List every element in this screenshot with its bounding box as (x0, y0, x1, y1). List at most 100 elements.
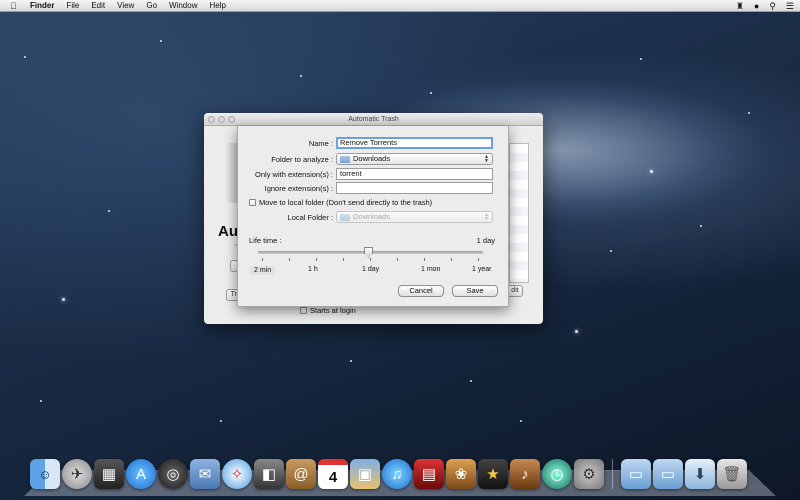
menu-window[interactable]: Window (169, 0, 197, 12)
folder-label: Folder to analyze : (271, 154, 333, 164)
slider-tick (397, 258, 398, 261)
user-icon[interactable]: ● (754, 0, 759, 12)
ignore-extension-label: Ignore extension(s) : (264, 183, 333, 193)
slider-tick (478, 258, 479, 261)
close-button[interactable] (208, 116, 215, 123)
slider-tick (424, 258, 425, 261)
itunes-icon[interactable]: ♫ (382, 459, 412, 489)
local-folder-value: Downloads (353, 212, 391, 221)
slider-tick (262, 258, 263, 261)
window-controls (208, 116, 235, 123)
window-title: Automatic Trash (348, 116, 399, 123)
popup-arrows-icon: ▲ ▼ (484, 212, 489, 222)
name-row: Name : Remove Torrents (238, 137, 498, 149)
app-store-icon[interactable]: A (126, 459, 156, 489)
only-extension-field[interactable]: torrent (336, 168, 493, 180)
facetime-icon[interactable]: ◧ (254, 459, 284, 489)
move-local-row: Move to local folder (Don't send directl… (249, 198, 432, 207)
lifetime-label: Life time : (249, 236, 282, 245)
trash-icon[interactable]: 🗑 (717, 459, 747, 489)
save-button[interactable]: Save (452, 285, 498, 297)
system-preferences-icon[interactable]: ⚙ (574, 459, 604, 489)
ignore-extension-row: Ignore extension(s) : (238, 182, 498, 194)
dock: ☺ ✈ ▦ A ◎ ✉ ✧ ◧ @ 4 ▣ ♫ ▤ ❀ ★ ♪ ◷ ⚙ ▭ ▭ … (30, 459, 775, 493)
star (40, 400, 42, 402)
folder-value: Downloads (353, 154, 391, 163)
slider-label-2min[interactable]: 2 min (250, 266, 276, 275)
only-extension-row: Only with extension(s) : torrent (238, 168, 498, 180)
star (430, 92, 432, 94)
star (300, 75, 302, 77)
slider-label-1year[interactable]: 1 year (472, 266, 491, 273)
launchpad-icon[interactable]: ✈ (62, 459, 92, 489)
contacts-icon[interactable]: @ (286, 459, 316, 489)
notification-center-icon[interactable]: ☰ (786, 0, 794, 12)
local-folder-row: Local Folder : Downloads ▲ ▼ (238, 211, 498, 223)
menu-bar:  Finder File Edit View Go Window Help ♜… (0, 0, 800, 12)
menu-view[interactable]: View (117, 0, 134, 12)
menu-go[interactable]: Go (146, 0, 157, 12)
star (350, 360, 352, 362)
starts-at-login-checkbox[interactable] (300, 307, 307, 314)
apple-menu-icon[interactable]:  (10, 0, 20, 12)
lifetime-value: 1 day (476, 236, 495, 245)
slider-tick (451, 258, 452, 261)
spotlight-icon[interactable]: ⚲ (769, 0, 776, 12)
star (748, 112, 750, 114)
ignore-extension-field[interactable] (336, 182, 493, 194)
calendar-icon[interactable]: 4 (318, 459, 348, 489)
menu-help[interactable]: Help (209, 0, 225, 12)
menu-edit[interactable]: Edit (91, 0, 105, 12)
star (108, 210, 110, 212)
mail-icon[interactable]: ✉ (190, 459, 220, 489)
slider-tick (289, 258, 290, 261)
mission-control-icon[interactable]: ▦ (94, 459, 124, 489)
starts-at-login-label: Starts at login (310, 306, 356, 315)
menu-extras: ♜ ● ⚲ ☰ (736, 0, 794, 12)
folder-icon (340, 155, 350, 163)
star (470, 380, 472, 382)
dock-separator (612, 459, 613, 489)
garageband-icon[interactable]: ♪ (510, 459, 540, 489)
name-field[interactable]: Remove Torrents (336, 137, 493, 149)
slider-tick (343, 258, 344, 261)
safari-icon[interactable]: ✧ (222, 459, 252, 489)
preview-icon[interactable]: ▣ (350, 459, 380, 489)
folder-icon (340, 213, 350, 221)
folder-popup[interactable]: Downloads ▲ ▼ (336, 153, 493, 165)
photo-booth-icon[interactable]: ▤ (414, 459, 444, 489)
applications-folder-icon[interactable]: ▭ (621, 459, 651, 489)
finder-icon[interactable]: ☺ (30, 459, 60, 489)
slider-tick (370, 258, 371, 261)
name-label: Name : (308, 138, 333, 148)
menu-finder[interactable]: Finder (30, 0, 54, 12)
star (640, 58, 642, 60)
downloads-folder-icon[interactable]: ⬇ (685, 459, 715, 489)
documents-folder-icon[interactable]: ▭ (653, 459, 683, 489)
local-folder-popup[interactable]: Downloads ▲ ▼ (336, 211, 493, 223)
star (575, 330, 578, 333)
star (220, 420, 222, 422)
star (650, 170, 653, 173)
star (24, 56, 26, 58)
slider-label-1h[interactable]: 1 h (308, 266, 318, 273)
time-machine-icon[interactable]: ◷ (542, 459, 572, 489)
imovie-icon[interactable]: ★ (478, 459, 508, 489)
slider-label-1mon[interactable]: 1 mon (421, 266, 440, 273)
dashboard-icon[interactable]: ◎ (158, 459, 188, 489)
rules-list[interactable] (509, 143, 529, 283)
automatic-trash-status-icon[interactable]: ♜ (736, 0, 744, 12)
move-local-checkbox[interactable] (249, 199, 256, 206)
iphoto-icon[interactable]: ❀ (446, 459, 476, 489)
minimize-button[interactable] (218, 116, 225, 123)
star (62, 298, 65, 301)
menu-file[interactable]: File (66, 0, 79, 12)
window-titlebar[interactable]: Automatic Trash (204, 113, 543, 126)
cancel-button[interactable]: Cancel (398, 285, 444, 297)
only-extension-label: Only with extension(s) : (255, 169, 333, 179)
zoom-button[interactable] (228, 116, 235, 123)
slider-label-1day[interactable]: 1 day (362, 266, 379, 273)
app-heading: Au (218, 223, 238, 240)
star (160, 40, 162, 42)
edit-button[interactable]: dit (507, 285, 523, 297)
